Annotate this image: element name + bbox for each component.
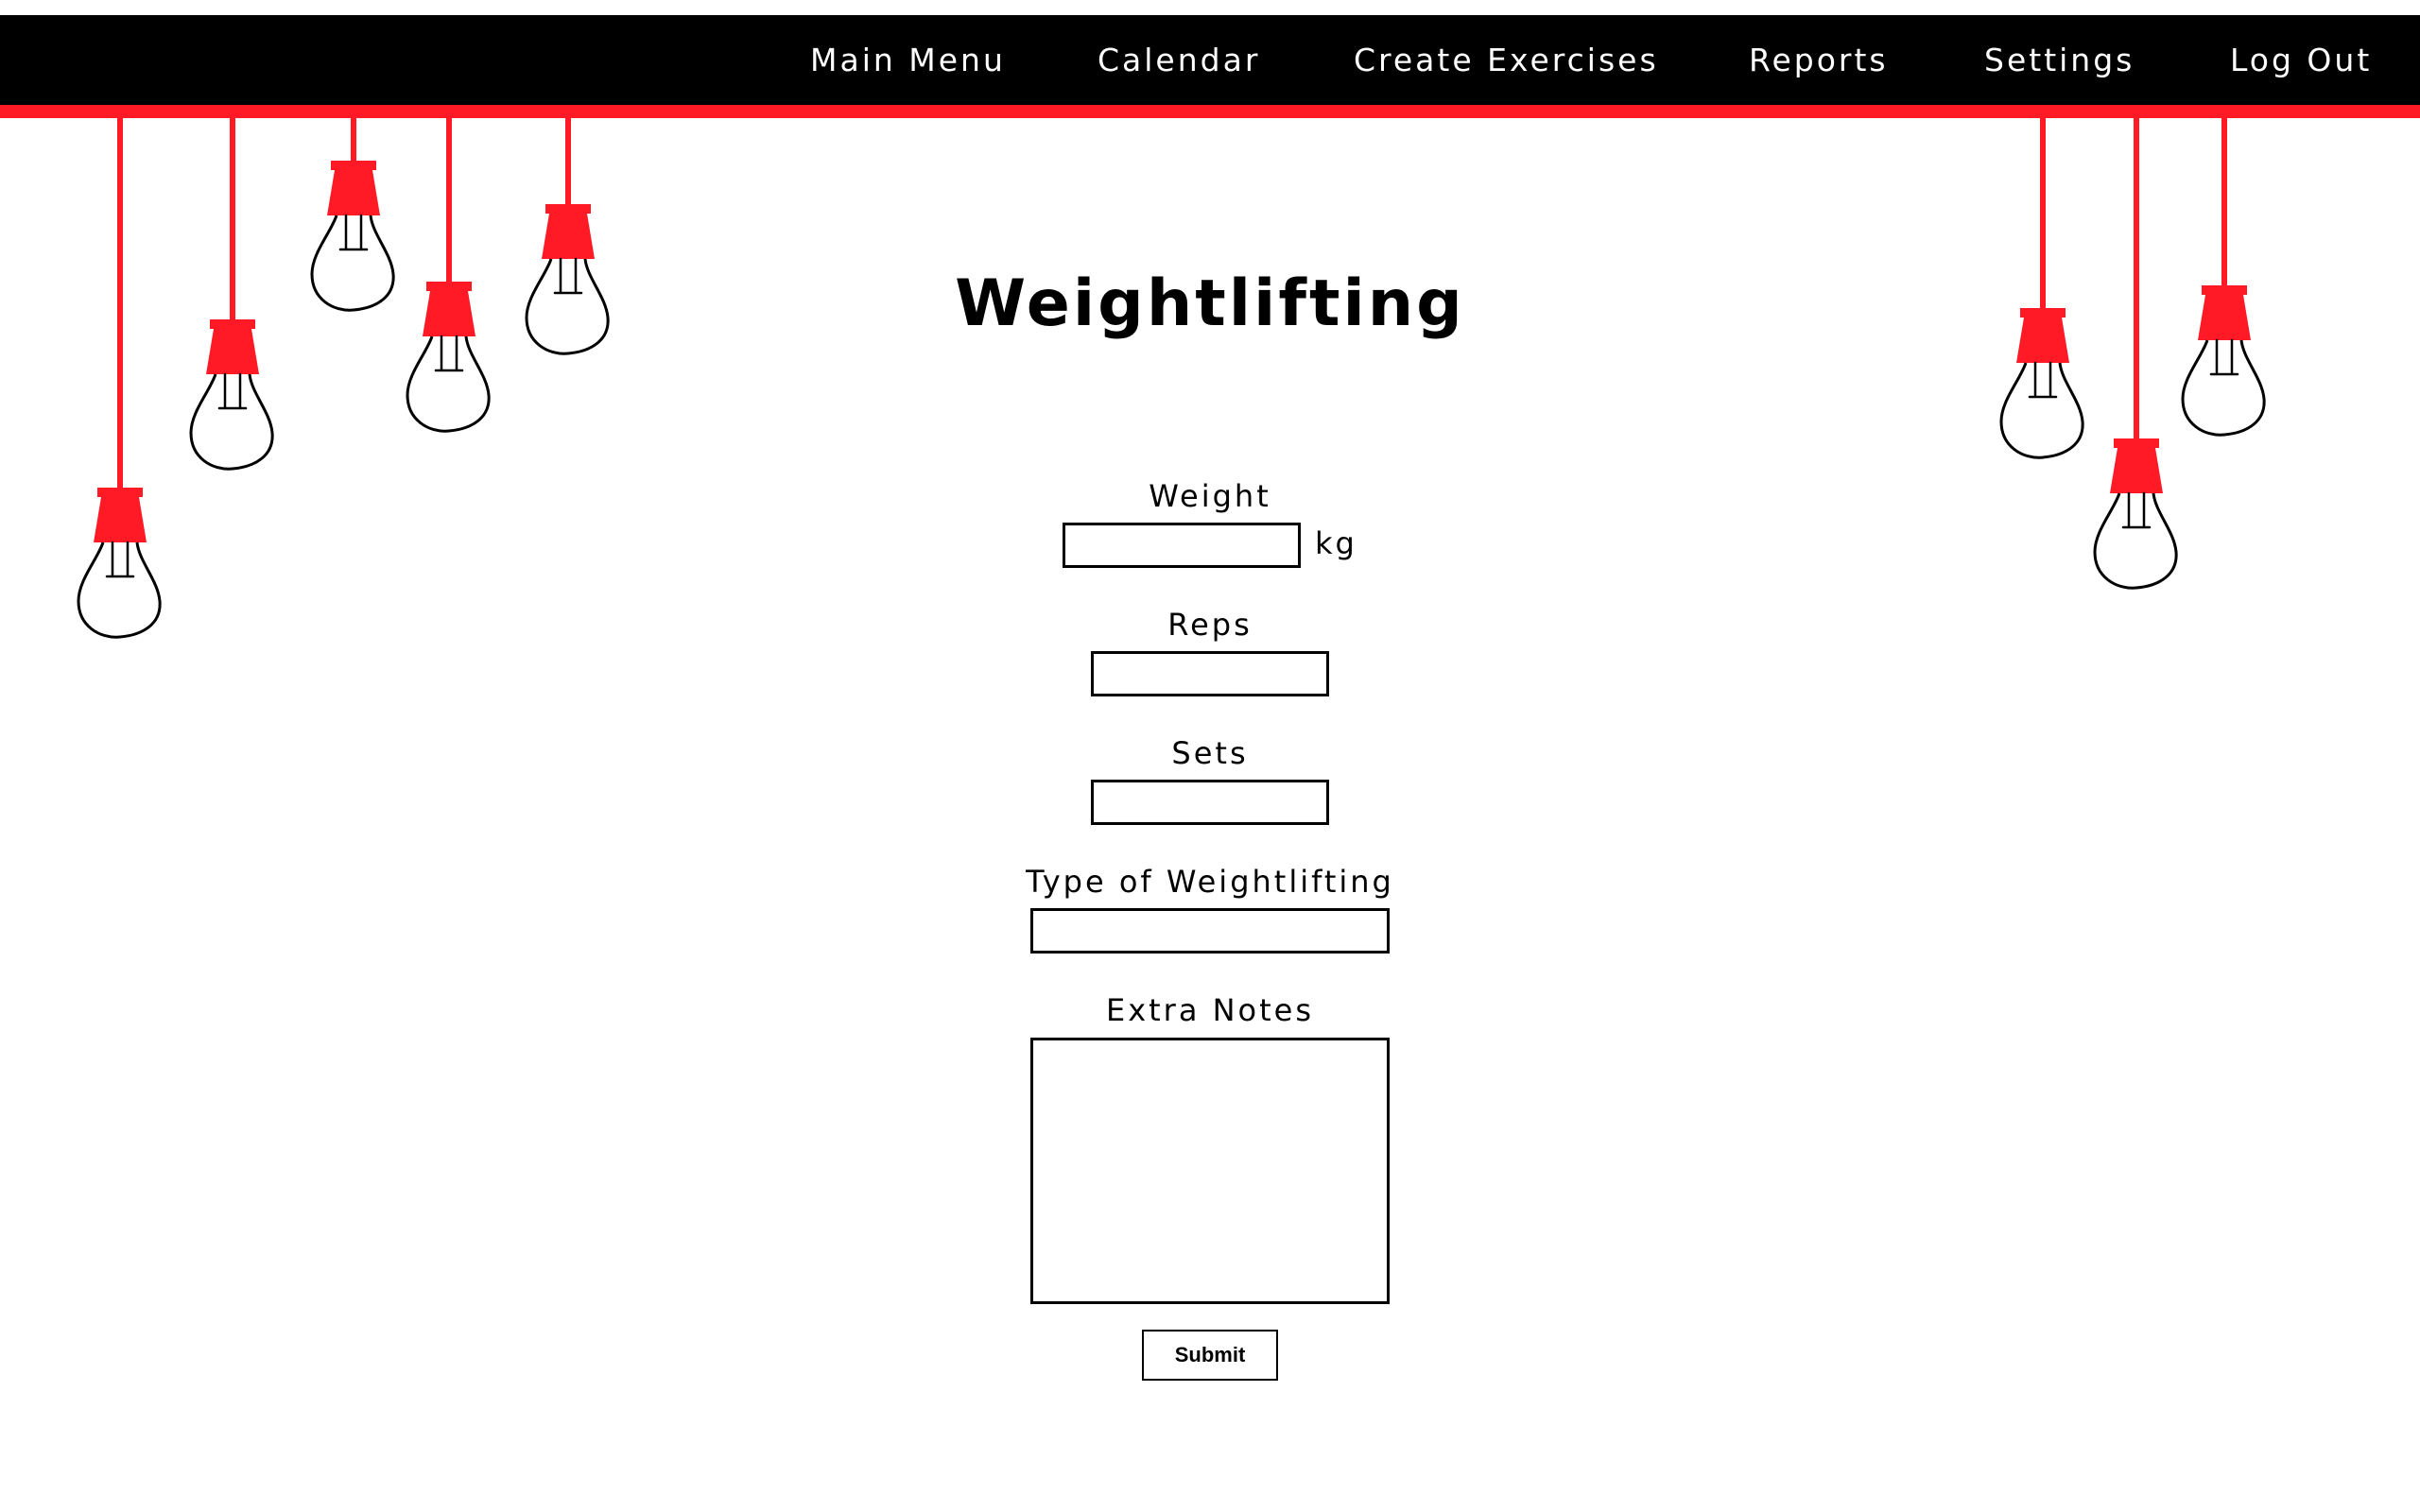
bulb-icon (2093, 115, 2178, 590)
weight-input[interactable] (1063, 523, 1301, 568)
bulb-icon (77, 115, 162, 639)
nav-item-log-out[interactable]: Log Out (2230, 15, 2372, 106)
weight-label: Weight (1149, 478, 1271, 514)
nav-item-calendar[interactable]: Calendar (1098, 15, 1260, 106)
top-strip (0, 0, 2420, 15)
page-title: Weightlifting (955, 266, 1465, 341)
reps-label: Reps (1167, 607, 1253, 643)
submit-button[interactable]: Submit (1142, 1330, 1278, 1381)
extra-notes-textarea[interactable] (1030, 1038, 1390, 1304)
page: Main Menu Calendar Create Exercises Repo… (0, 0, 2420, 1512)
nav-item-create-exercises[interactable]: Create Exercises (1354, 15, 1659, 106)
navbar-accent-bar (0, 105, 2420, 118)
notes-label: Extra Notes (1105, 992, 1315, 1028)
reps-input[interactable] (1091, 651, 1329, 696)
sets-input[interactable] (1091, 780, 1329, 825)
type-label: Type of Weightlifting (1026, 864, 1394, 900)
weightlifting-type-input[interactable] (1030, 908, 1390, 954)
nav-item-reports[interactable]: Reports (1749, 15, 1889, 106)
sets-label: Sets (1171, 735, 1249, 771)
nav-item-settings[interactable]: Settings (1984, 15, 2135, 106)
weight-unit: kg (1315, 525, 1357, 561)
nav-item-main-menu[interactable]: Main Menu (810, 15, 1006, 106)
